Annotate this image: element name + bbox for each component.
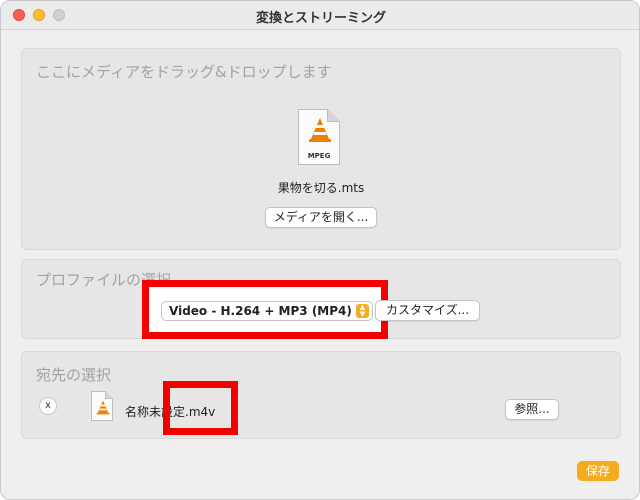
destination-title: 宛先の選択 [36, 366, 112, 384]
title-bar: 変換とストリーミング [1, 1, 639, 30]
customize-button[interactable]: カスタマイズ... [375, 300, 480, 321]
file-type-label: MPEG [307, 152, 331, 160]
convert-stream-window: 変換とストリーミング ここにメディアをドラッグ&ドロップします MPEG 果物を… [0, 0, 640, 500]
browse-button[interactable]: 参照... [505, 399, 559, 420]
drop-area-title: ここにメディアをドラッグ&ドロップします [36, 63, 332, 81]
file-fold [105, 391, 113, 399]
source-filename: 果物を切る.mts [277, 181, 365, 195]
vlc-cone-icon [96, 400, 110, 415]
vlc-file-icon [91, 391, 113, 421]
save-button[interactable]: 保存 [577, 461, 619, 481]
vlc-media-file-icon: MPEG [298, 109, 340, 165]
vlc-cone-icon [309, 118, 331, 142]
extension-highlight-box [163, 381, 238, 435]
profile-select-value: Video - H.264 + MP3 (MP4) [169, 304, 352, 318]
profile-select[interactable]: Video - H.264 + MP3 (MP4) ▲ ▼ [161, 301, 373, 321]
open-media-button[interactable]: メディアを開く... [265, 207, 377, 228]
window-title: 変換とストリーミング [255, 11, 386, 26]
updown-chevron-icon: ▲ ▼ [356, 304, 369, 318]
remove-destination-button[interactable]: x [39, 397, 57, 415]
